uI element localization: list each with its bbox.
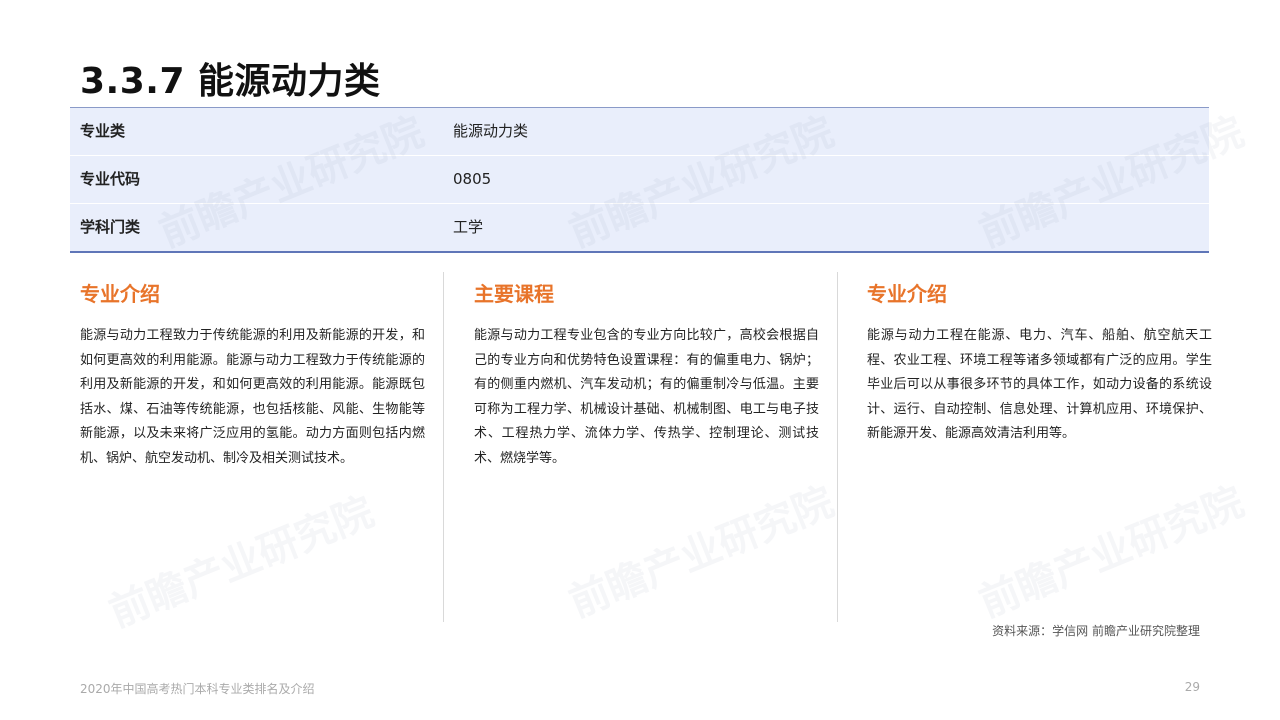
column-applications: 专业介绍 能源与动力工程在能源、电力、汽车、船舶、航空航天工程、农业工程、环境工… [867, 280, 1212, 447]
page-title: 3.3.7 能源动力类 [80, 61, 381, 102]
column-heading: 主要课程 [474, 282, 554, 306]
watermark-text: 前瞻产业研究院 [563, 478, 840, 627]
info-label: 学科门类 [80, 218, 141, 236]
column-courses: 主要课程 能源与动力工程专业包含的专业方向比较广，高校会根据自己的专业方向和优势… [474, 280, 819, 471]
footer-report-title: 2020年中国高考热门本科专业类排名及介绍 [80, 682, 315, 696]
info-row-code: 专业代码 0805 [70, 156, 1209, 204]
column-divider [837, 272, 838, 622]
column-text: 能源与动力工程在能源、电力、汽车、船舶、航空航天工程、农业工程、环境工程等诸多领… [867, 328, 1212, 441]
page-number: 29 [1184, 680, 1200, 694]
info-table: 专业类 能源动力类 专业代码 0805 学科门类 工学 [70, 107, 1209, 253]
info-row-discipline: 学科门类 工学 [70, 204, 1209, 251]
column-divider [443, 272, 444, 622]
source-note: 资料来源：学信网 前瞻产业研究院整理 [992, 624, 1200, 638]
info-label: 专业代码 [80, 170, 141, 188]
column-text: 能源与动力工程专业包含的专业方向比较广，高校会根据自己的专业方向和优势特色设置课… [474, 328, 819, 466]
watermark-text: 前瞻产业研究院 [973, 478, 1250, 627]
info-value: 0805 [453, 170, 492, 188]
column-heading: 专业介绍 [80, 282, 160, 306]
info-value: 能源动力类 [453, 122, 529, 140]
watermark-text: 前瞻产业研究院 [103, 488, 380, 637]
info-label: 专业类 [80, 122, 126, 140]
info-row-category: 专业类 能源动力类 [70, 108, 1209, 156]
column-text: 能源与动力工程致力于传统能源的利用及新能源的开发，和如何更高效的利用能源。能源与… [80, 328, 425, 466]
info-value: 工学 [453, 218, 484, 236]
column-heading: 专业介绍 [867, 282, 947, 306]
column-intro: 专业介绍 能源与动力工程致力于传统能源的利用及新能源的开发，和如何更高效的利用能… [80, 280, 425, 471]
